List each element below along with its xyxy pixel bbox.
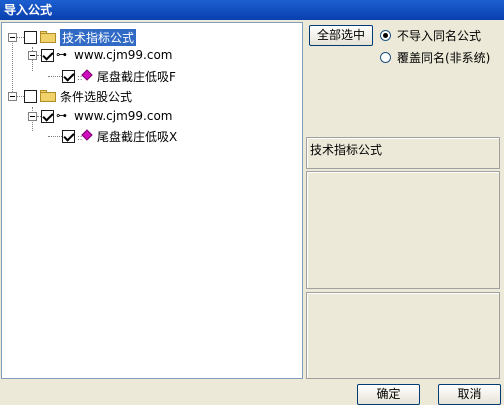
radio-overwrite[interactable]: 覆盖同名(非系统) bbox=[380, 49, 490, 66]
tree-node-stock-formula[interactable]: 条件选股公式 bbox=[8, 87, 132, 105]
tree-node-source[interactable]: ⊶ www.cjm99.com bbox=[28, 107, 173, 125]
node-checkbox[interactable] bbox=[24, 30, 37, 44]
tree-node-tech-formula[interactable]: 技术指标公式 bbox=[8, 28, 137, 46]
detail-panel bbox=[306, 292, 500, 379]
category-info-panel: 技术指标公式 bbox=[306, 137, 500, 169]
collapse-icon[interactable] bbox=[28, 111, 37, 121]
formula-icon: :: bbox=[77, 129, 93, 142]
tree-node-label: 尾盘截庄低吸X bbox=[97, 129, 178, 144]
tree-node-label: 技术指标公式 bbox=[60, 28, 137, 46]
folder-icon bbox=[40, 90, 56, 102]
ok-button[interactable]: 确定 bbox=[357, 384, 420, 405]
tree-node-label: 尾盘截庄低吸F bbox=[97, 69, 176, 84]
collapse-icon[interactable] bbox=[8, 32, 17, 42]
node-checkbox[interactable] bbox=[62, 69, 75, 83]
folder-icon bbox=[40, 31, 56, 43]
tree-node-label: www.cjm99.com bbox=[74, 109, 173, 123]
tree-node-formula-x[interactable]: :: 尾盘截庄低吸X bbox=[48, 127, 177, 145]
import-formula-dialog: 技术指标公式 ⊶ www.cjm99.com :: 尾盘截庄低吸F 条件选股公式 bbox=[0, 20, 504, 405]
cancel-button[interactable]: 取消 bbox=[438, 384, 501, 405]
node-checkbox[interactable] bbox=[24, 89, 37, 103]
radio-button[interactable] bbox=[380, 30, 391, 41]
node-checkbox[interactable] bbox=[41, 48, 54, 62]
category-text: 技术指标公式 bbox=[310, 143, 383, 157]
formula-icon: :: bbox=[77, 69, 93, 82]
radio-no-import[interactable]: 不导入同名公式 bbox=[380, 27, 481, 44]
key-icon: ⊶ bbox=[56, 109, 67, 122]
radio-label: 不导入同名公式 bbox=[397, 29, 482, 43]
tree-node-formula-f[interactable]: :: 尾盘截庄低吸F bbox=[48, 67, 176, 85]
description-panel bbox=[306, 171, 500, 289]
node-checkbox[interactable] bbox=[41, 109, 54, 123]
select-all-button[interactable]: 全部选中 bbox=[309, 25, 373, 46]
window-title: 导入公式 bbox=[0, 0, 504, 20]
tree-node-source[interactable]: ⊶ www.cjm99.com bbox=[28, 46, 173, 64]
formula-tree[interactable]: 技术指标公式 ⊶ www.cjm99.com :: 尾盘截庄低吸F 条件选股公式 bbox=[1, 22, 303, 379]
tree-node-label: www.cjm99.com bbox=[74, 48, 173, 62]
node-checkbox[interactable] bbox=[62, 129, 75, 143]
radio-label: 覆盖同名(非系统) bbox=[397, 51, 491, 65]
collapse-icon[interactable] bbox=[8, 91, 17, 101]
radio-button[interactable] bbox=[380, 52, 391, 63]
collapse-icon[interactable] bbox=[28, 50, 37, 60]
tree-node-label: 条件选股公式 bbox=[60, 89, 133, 104]
key-icon: ⊶ bbox=[56, 48, 67, 61]
